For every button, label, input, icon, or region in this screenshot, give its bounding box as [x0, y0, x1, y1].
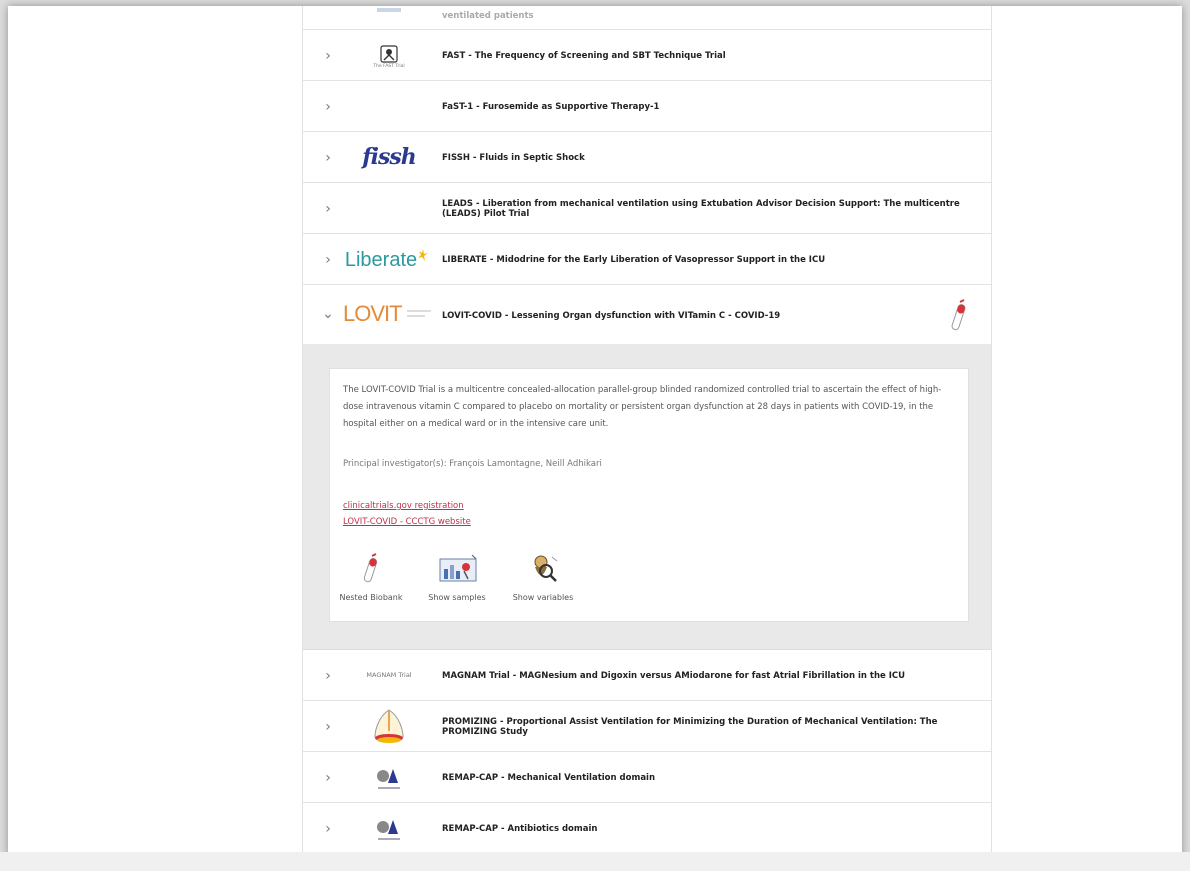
test-tube-icon[interactable]	[949, 299, 969, 333]
sparkle-icon	[418, 249, 429, 261]
chevron-right-icon[interactable]: ›	[321, 202, 335, 216]
website-link[interactable]: LOVIT-COVID - CCCTG website	[343, 517, 471, 527]
chevron-right-icon[interactable]: ›	[321, 151, 335, 165]
lovit-logo-text: LOVIT	[343, 301, 403, 326]
remap-cap-logo-icon	[377, 820, 400, 840]
trial-logo	[339, 815, 439, 843]
chevron-right-icon[interactable]: ›	[321, 771, 335, 785]
trial-logo: LOVIT	[339, 299, 439, 329]
show-samples-button[interactable]: Show samples	[422, 553, 492, 602]
show-variables-label: Show variables	[512, 593, 574, 602]
show-samples-label: Show samples	[428, 593, 486, 602]
chevron-right-icon[interactable]: ›	[321, 49, 335, 63]
trial-title: REMAP-CAP - Antibiotics domain	[442, 824, 598, 834]
liberate-logo-text: Liberate	[344, 248, 418, 271]
nested-biobank-label: Nested Biobank	[339, 593, 403, 602]
trial-title: PROMIZING - Proportional Assist Ventilat…	[442, 717, 938, 737]
sample-chart-icon	[439, 554, 477, 582]
trial-detail-card: The LOVIT-COVID Trial is a multicentre c…	[329, 368, 969, 622]
trial-title: LOVIT-COVID - Lessening Organ dysfunctio…	[442, 311, 781, 321]
trial-detail-panel: The LOVIT-COVID Trial is a multicentre c…	[303, 344, 991, 650]
trial-title: LEADS - Liberation from mechanical venti…	[442, 199, 960, 219]
nested-biobank-button[interactable]: Nested Biobank	[336, 553, 406, 602]
fissh-logo-text: fissh	[362, 144, 417, 170]
trial-row[interactable]: › The FAST Trial FAST - The Frequency of…	[303, 30, 991, 81]
trial-logo: MAGNAM Trial	[339, 665, 439, 685]
trial-row[interactable]: › fissh FISSH - Fluids in Septic Shock	[303, 132, 991, 183]
trial-title: FAST - The Frequency of Screening and SB…	[442, 51, 726, 61]
trial-title: ventilated patients	[442, 11, 534, 21]
trial-logo: fissh	[339, 142, 439, 172]
page-bottom-bar	[0, 852, 1190, 871]
show-variables-button[interactable]: Show variables	[508, 553, 578, 602]
trial-logo	[339, 706, 439, 748]
trial-title: MAGNAM Trial - MAGNesium and Digoxin ver…	[442, 671, 906, 681]
trial-row[interactable]: › MAGNAM Trial MAGNAM Trial - MAGNesium …	[303, 650, 991, 701]
fast-trial-logo-icon	[380, 44, 398, 63]
trial-row-expanded[interactable]: ⌄ LOVIT LOVIT-COVID - Lessening Organ dy…	[303, 285, 991, 344]
trial-row[interactable]: › REMAP-CAP - Mechanical Ventilation dom…	[303, 752, 991, 803]
chevron-right-icon[interactable]: ›	[321, 822, 335, 836]
registration-link[interactable]: clinicaltrials.gov registration	[343, 501, 464, 511]
trial-row[interactable]: › REMAP-CAP - Antibiotics domain	[303, 803, 991, 854]
trial-logo: The FAST Trial	[339, 37, 439, 75]
trial-row[interactable]: ventilated patients	[303, 6, 991, 30]
promizing-logo-icon	[374, 709, 404, 743]
trial-list: ventilated patients › The FAST Trial FAS…	[302, 6, 992, 858]
trial-title: FISSH - Fluids in Septic Shock	[442, 153, 585, 163]
trial-logo-icon	[377, 8, 401, 12]
trial-logo	[339, 6, 439, 18]
trial-row[interactable]: › Liberate LIBERATE - Midodrine for the …	[303, 234, 991, 285]
trial-row[interactable]: › PROMIZING - Proportional Assist Ventil…	[303, 701, 991, 752]
trial-title: LIBERATE - Midodrine for the Early Liber…	[442, 255, 826, 265]
trial-row[interactable]: › LEADS - Liberation from mechanical ven…	[303, 183, 991, 234]
trial-logo	[339, 764, 439, 792]
trial-title: FaST-1 - Furosemide as Supportive Therap…	[442, 102, 660, 112]
magnam-logo-text: MAGNAM Trial	[366, 671, 412, 679]
principal-investigators: Principal investigator(s): François Lamo…	[343, 459, 602, 469]
magnifier-figure-icon	[534, 555, 558, 582]
chevron-right-icon[interactable]: ›	[321, 669, 335, 683]
remap-cap-logo-icon	[377, 769, 400, 789]
trial-description: The LOVIT-COVID Trial is a multicentre c…	[343, 385, 942, 429]
trial-logo: Liberate	[335, 246, 439, 274]
chevron-right-icon[interactable]: ›	[321, 253, 335, 267]
trial-row[interactable]: › FaST-1 - Furosemide as Supportive Ther…	[303, 81, 991, 132]
chevron-down-icon[interactable]: ⌄	[321, 307, 335, 321]
test-tube-icon	[363, 553, 378, 583]
lovit-logo-detail-icon	[406, 310, 431, 317]
browser-page: ventilated patients › The FAST Trial FAS…	[8, 6, 1182, 858]
trial-logo-text: The FAST Trial	[373, 63, 405, 69]
chevron-right-icon[interactable]: ›	[321, 100, 335, 114]
chevron-right-icon[interactable]: ›	[321, 720, 335, 734]
trial-title: REMAP-CAP - Mechanical Ventilation domai…	[442, 773, 656, 783]
